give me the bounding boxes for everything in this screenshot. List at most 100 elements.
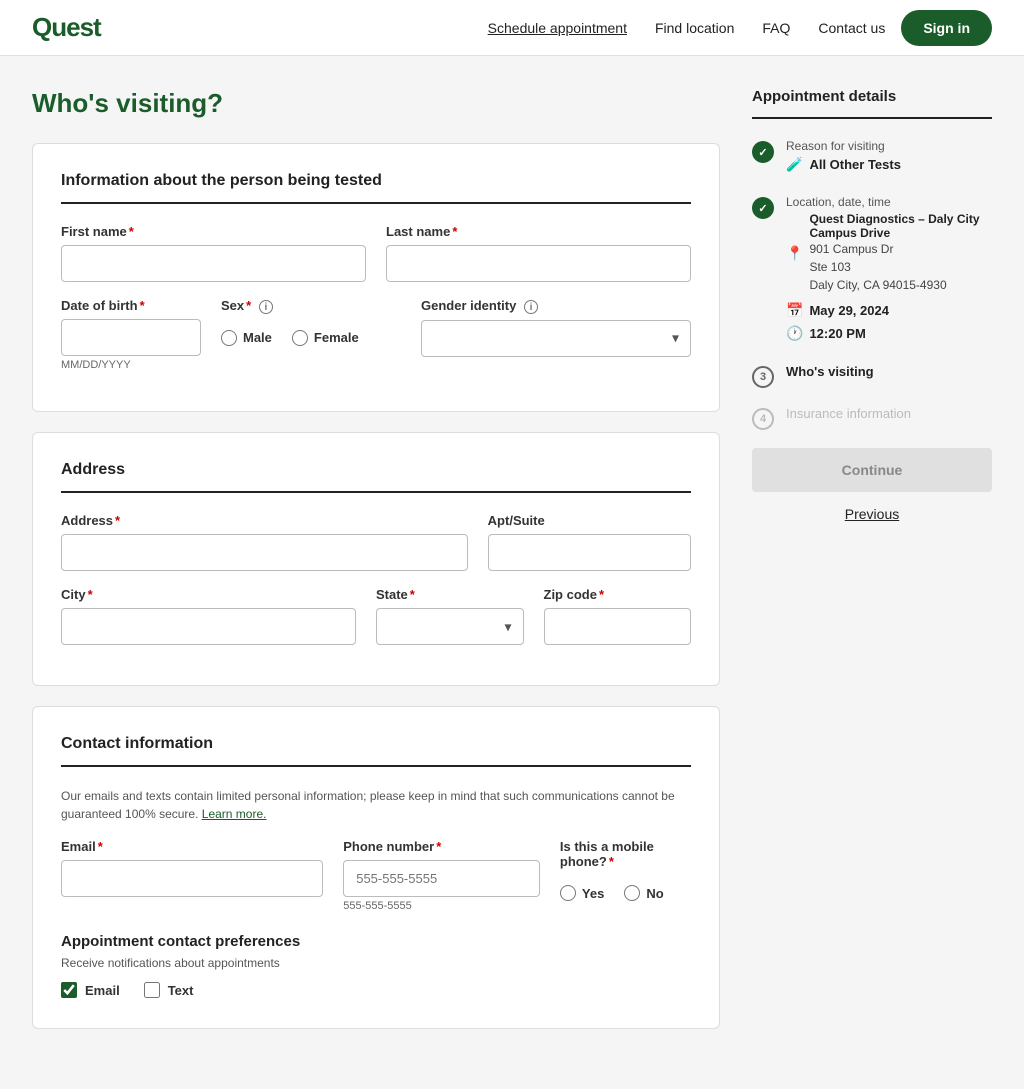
phone-label: Phone number* — [343, 839, 540, 854]
city-input[interactable] — [61, 608, 356, 645]
zip-input[interactable] — [544, 608, 692, 645]
address-row: Address* Apt/Suite — [61, 513, 691, 571]
email-group: Email* — [61, 839, 323, 917]
learn-more-link[interactable]: Learn more. — [202, 807, 267, 821]
pin-icon: 📍 — [786, 245, 803, 262]
nav-schedule-appointment[interactable]: Schedule appointment — [488, 20, 627, 36]
state-label: State* — [376, 587, 524, 602]
pref-email-checkbox[interactable] — [61, 982, 77, 998]
contact-card: Contact information Our emails and texts… — [32, 706, 720, 1029]
gender-select[interactable]: Male Female Non-binary Other Prefer not … — [421, 320, 691, 357]
last-name-label: Last name* — [386, 224, 691, 239]
gender-info-icon[interactable]: i — [524, 300, 538, 314]
apt-label: Apt/Suite — [488, 513, 691, 528]
step-1-label: Reason for visiting — [786, 139, 901, 153]
sex-label: Sex* i — [221, 298, 401, 314]
step-1-check-icon: ✓ — [758, 146, 767, 159]
location-address1: 901 Campus Dr — [809, 240, 979, 258]
nav-contact-us[interactable]: Contact us — [818, 20, 885, 36]
apt-input[interactable] — [488, 534, 691, 571]
main-content: Who's visiting? Information about the pe… — [32, 88, 720, 1049]
mobile-yes-radio[interactable] — [560, 885, 576, 901]
state-group: State* CA NY TX — [376, 587, 524, 645]
name-row: First name* Last name* — [61, 224, 691, 282]
address-group: Address* — [61, 513, 468, 571]
pref-email-label: Email — [85, 983, 120, 998]
city-group: City* — [61, 587, 356, 645]
email-phone-row: Email* Phone number* 555-555-5555 Is thi… — [61, 839, 691, 917]
apt-group: Apt/Suite — [488, 513, 691, 571]
mobile-no-option[interactable]: No — [624, 885, 663, 901]
step-1: ✓ Reason for visiting 🧪 All Other Tests — [752, 139, 992, 177]
sex-info-icon[interactable]: i — [259, 300, 273, 314]
gender-label: Gender identity i — [421, 298, 691, 314]
sex-options: Male Female — [221, 320, 401, 362]
contact-notice: Our emails and texts contain limited per… — [61, 787, 691, 823]
appointment-date: May 29, 2024 — [809, 303, 889, 318]
pref-text-option[interactable]: Text — [144, 982, 194, 998]
dob-sex-row: Date of birth* MM/DD/YYYY Sex* i Male — [61, 298, 691, 371]
sex-male-label: Male — [243, 330, 272, 345]
last-name-input[interactable] — [386, 245, 691, 282]
step-2-label: Location, date, time — [786, 195, 980, 209]
gender-select-wrapper: Male Female Non-binary Other Prefer not … — [421, 320, 691, 357]
sex-female-radio[interactable] — [292, 330, 308, 346]
pref-text-checkbox[interactable] — [144, 982, 160, 998]
email-label: Email* — [61, 839, 323, 854]
pref-email-option[interactable]: Email — [61, 982, 120, 998]
step-3-content: Who's visiting — [786, 364, 874, 379]
contact-title: Contact information — [61, 735, 691, 767]
step-1-detail-row: 🧪 All Other Tests — [786, 156, 901, 173]
step-3-label: Who's visiting — [786, 364, 874, 379]
zip-group: Zip code* — [544, 587, 692, 645]
step-3-number: 3 — [760, 371, 766, 383]
nav-faq[interactable]: FAQ — [762, 20, 790, 36]
mobile-no-label: No — [646, 886, 663, 901]
prefs-notice: Receive notifications about appointments — [61, 956, 691, 970]
dob-input[interactable] — [61, 319, 201, 356]
mobile-no-radio[interactable] — [624, 885, 640, 901]
phone-hint: 555-555-5555 — [343, 900, 540, 912]
phone-input[interactable] — [343, 860, 540, 897]
email-input[interactable] — [61, 860, 323, 897]
mobile-label: Is this a mobile phone?* — [560, 839, 691, 869]
signin-button[interactable]: Sign in — [901, 10, 992, 46]
step-2-check-icon: ✓ — [758, 202, 767, 215]
personal-info-card: Information about the person being teste… — [32, 143, 720, 412]
address-card: Address Address* Apt/Suite City* — [32, 432, 720, 686]
sex-male-radio[interactable] — [221, 330, 237, 346]
zip-label: Zip code* — [544, 587, 692, 602]
step-2-content: Location, date, time 📍 Quest Diagnostics… — [786, 195, 980, 346]
calendar-icon: 📅 — [786, 302, 803, 319]
sex-male-option[interactable]: Male — [221, 330, 272, 346]
first-name-input[interactable] — [61, 245, 366, 282]
prefs-checkboxes: Email Text — [61, 982, 691, 1004]
sex-female-option[interactable]: Female — [292, 330, 359, 346]
location-sub: Campus Drive — [809, 226, 979, 240]
dob-hint: MM/DD/YYYY — [61, 359, 201, 371]
page-title: Who's visiting? — [32, 88, 720, 119]
tube-icon: 🧪 — [786, 156, 803, 173]
first-name-group: First name* — [61, 224, 366, 282]
personal-info-title: Information about the person being teste… — [61, 172, 691, 204]
pref-text-label: Text — [168, 983, 194, 998]
step-4-content: Insurance information — [786, 406, 911, 421]
previous-button[interactable]: Previous — [752, 506, 992, 522]
dob-label: Date of birth* — [61, 298, 201, 313]
sex-female-label: Female — [314, 330, 359, 345]
continue-button[interactable]: Continue — [752, 448, 992, 492]
appointment-time: 12:20 PM — [809, 326, 865, 341]
quest-logo: Quest — [32, 12, 101, 43]
step-4: 4 Insurance information — [752, 406, 992, 430]
sex-group: Sex* i Male Female — [221, 298, 401, 371]
address-label: Address* — [61, 513, 468, 528]
sidebar-title: Appointment details — [752, 88, 992, 105]
nav-find-location[interactable]: Find location — [655, 20, 734, 36]
phone-group: Phone number* 555-555-5555 — [343, 839, 540, 917]
step-2-location-text: Quest Diagnostics – Daly City Campus Dri… — [809, 212, 979, 294]
gender-group: Gender identity i Male Female Non-binary… — [421, 298, 691, 371]
location-address2: Ste 103 — [809, 258, 979, 276]
mobile-yes-option[interactable]: Yes — [560, 885, 604, 901]
address-input[interactable] — [61, 534, 468, 571]
state-select[interactable]: CA NY TX — [376, 608, 524, 645]
